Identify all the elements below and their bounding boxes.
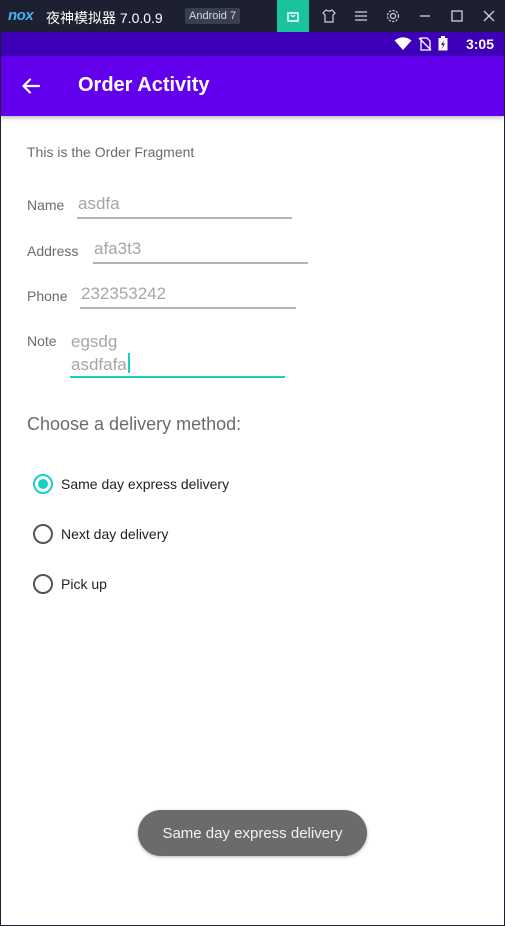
shopping-bag-button[interactable] <box>277 0 309 32</box>
shopping-bag-icon <box>287 12 299 22</box>
note-line-1: egsdg <box>71 332 118 351</box>
fragment-intro-text: This is the Order Fragment <box>27 144 195 160</box>
emulator-title-bar: nox 夜神模拟器 7.0.0.9 Android 7 <box>0 0 505 32</box>
no-sim-icon <box>418 36 432 51</box>
phone-label: Phone <box>27 288 68 304</box>
radio-next-day[interactable]: Next day delivery <box>33 524 168 544</box>
radio-same-day[interactable]: Same day express delivery <box>33 474 229 494</box>
status-icons <box>394 36 448 51</box>
nox-logo: nox <box>8 7 34 24</box>
menu-button[interactable] <box>345 0 377 32</box>
close-button[interactable] <box>473 0 505 32</box>
phone-field-underline <box>80 307 296 309</box>
phone-field[interactable]: 232353242 <box>81 284 166 304</box>
address-label: Address <box>27 243 79 259</box>
android-screen: 3:05 Order Activity This is the Order Fr… <box>1 32 504 925</box>
radio-button-unchecked[interactable] <box>33 574 53 594</box>
settings-button[interactable] <box>377 0 409 32</box>
menu-icon <box>355 11 367 21</box>
status-time: 3:05 <box>465 36 494 52</box>
maximize-icon <box>451 10 463 22</box>
radio-pick-up[interactable]: Pick up <box>33 574 107 594</box>
minimize-icon <box>420 15 430 17</box>
status-bar: 3:05 <box>1 32 504 56</box>
note-field[interactable]: egsdg asdfafa <box>71 330 130 376</box>
radio-button-unchecked[interactable] <box>33 524 53 544</box>
address-field[interactable]: afa3t3 <box>94 239 141 259</box>
page-title: Order Activity <box>78 74 210 96</box>
radio-label-next-day: Next day delivery <box>61 526 169 542</box>
radio-label-pick-up: Pick up <box>61 576 107 592</box>
text-caret <box>127 353 130 373</box>
name-field-underline <box>77 217 292 219</box>
settings-icon <box>386 9 400 23</box>
wifi-icon <box>394 36 412 50</box>
note-field-underline <box>70 376 285 378</box>
theme-button[interactable] <box>313 0 345 32</box>
radio-button-checked[interactable] <box>33 474 53 494</box>
app-bar: Order Activity <box>1 56 504 116</box>
close-icon <box>483 10 495 22</box>
minimize-button[interactable] <box>409 0 441 32</box>
maximize-button[interactable] <box>441 0 473 32</box>
name-label: Name <box>27 197 65 213</box>
radio-label-same-day: Same day express delivery <box>61 476 230 492</box>
back-button[interactable] <box>17 72 45 100</box>
note-label: Note <box>27 333 57 349</box>
toast-message: Same day express delivery <box>138 810 367 856</box>
name-field[interactable]: asdfa <box>78 194 120 214</box>
battery-charging-icon <box>438 36 448 51</box>
delivery-heading: Choose a delivery method: <box>27 414 242 434</box>
emulator-title: 夜神模拟器 7.0.0.9 <box>46 10 163 26</box>
address-field-underline <box>93 262 308 264</box>
arrow-back-icon <box>22 78 40 94</box>
shirt-icon <box>322 9 336 23</box>
android-version-badge: Android 7 <box>185 8 241 24</box>
note-line-2: asdfafa <box>71 355 127 374</box>
